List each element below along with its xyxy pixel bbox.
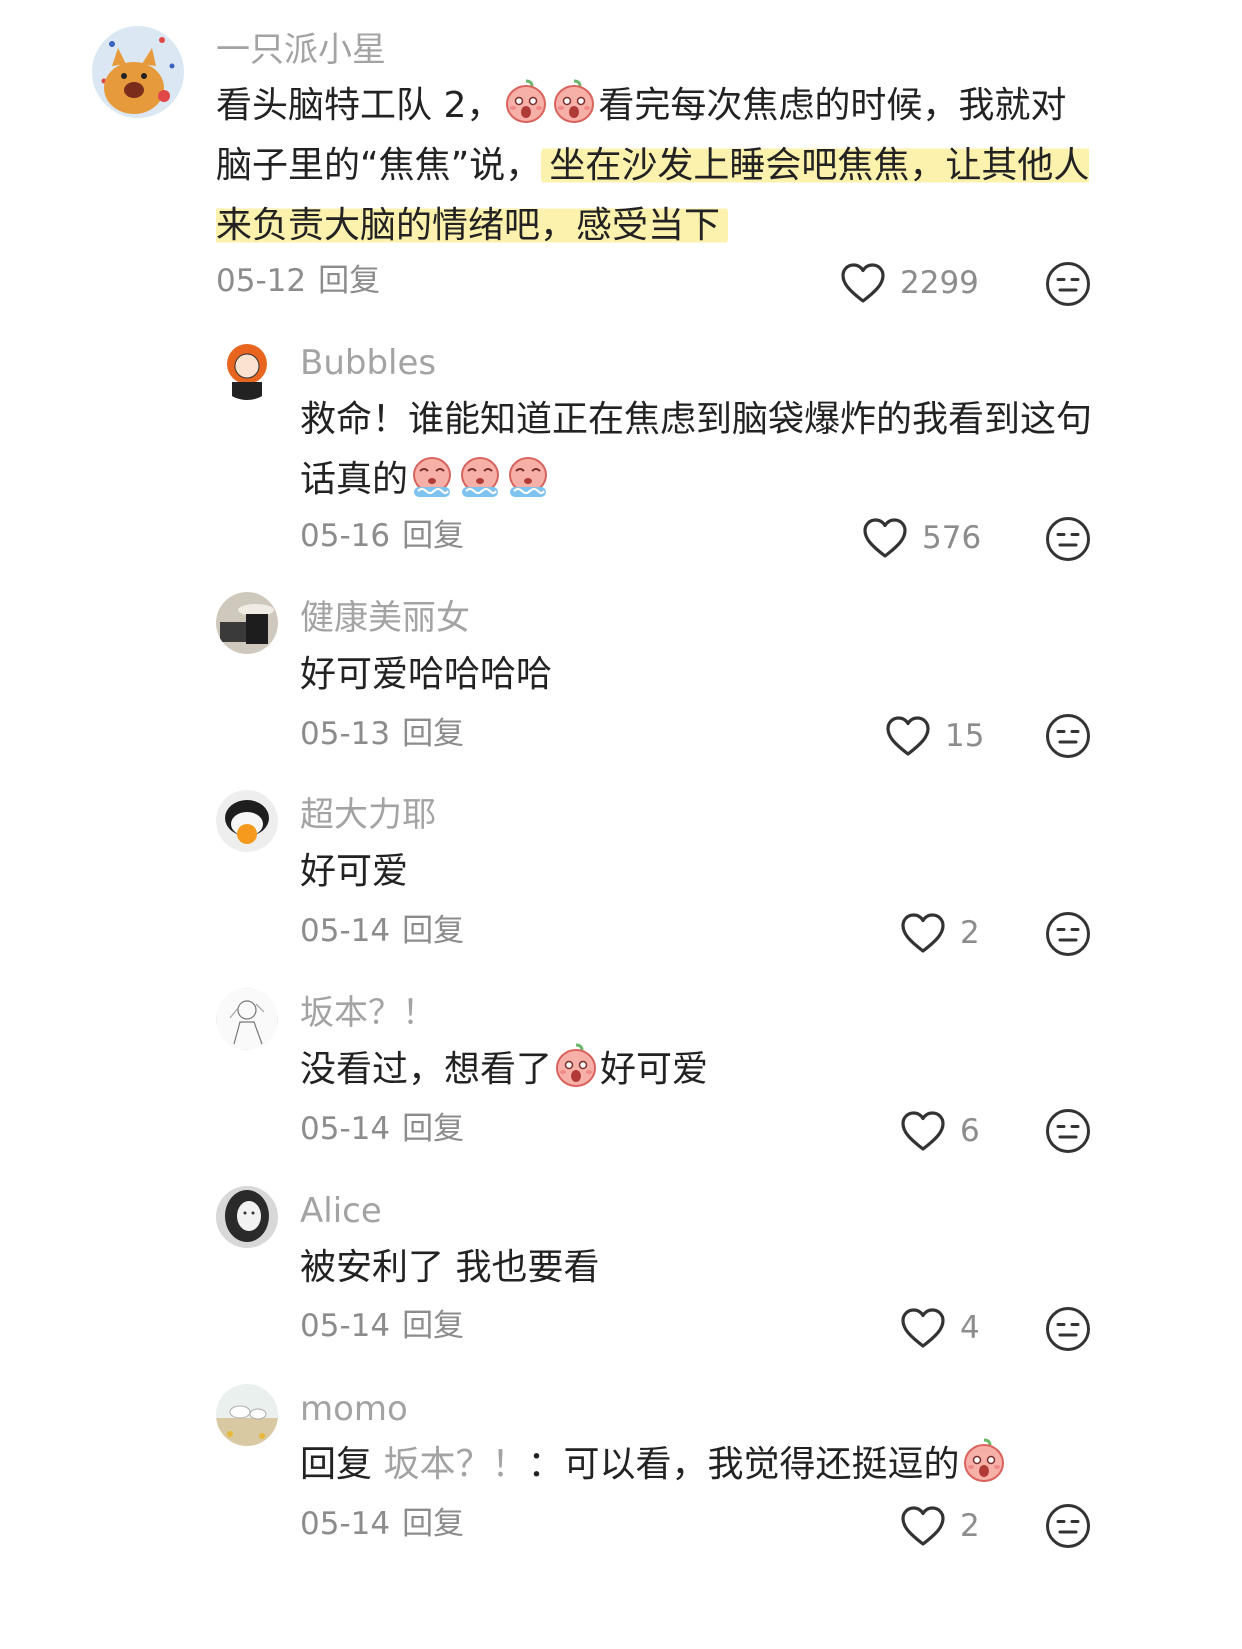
reply-button[interactable]: 回复: [402, 716, 464, 752]
comment-text-part: 好可爱: [600, 1049, 709, 1090]
like-count: 15: [945, 718, 985, 754]
crying-emoji: [456, 451, 504, 499]
comment-text: 被安利了 我也要看: [300, 1238, 1180, 1298]
comment-text: 看头脑特工队 2， 看完每次焦虑的时候，我就对脑子里的“焦焦”说， 坐在沙发上睡会吧…: [216, 76, 1096, 256]
comment-meta: 05-13 回复: [300, 715, 464, 753]
like-count: 2299: [900, 265, 979, 301]
comment-date: 05-14: [300, 1506, 391, 1542]
red-hair-girl-avatar-icon: [216, 338, 278, 400]
comment-meta: 05-12 回复: [216, 262, 380, 300]
like-button[interactable]: 2: [900, 912, 980, 954]
reply-button[interactable]: 回复: [402, 518, 464, 554]
like-count: 4: [960, 1310, 980, 1346]
neutral-face-icon[interactable]: [1045, 261, 1091, 307]
comment-date: 05-14: [300, 1111, 391, 1147]
heart-outline-icon: [885, 715, 931, 757]
username[interactable]: momo: [300, 1389, 408, 1429]
crying-emoji: [960, 1436, 1008, 1484]
neutral-face-icon[interactable]: [1045, 1306, 1091, 1352]
like-button[interactable]: 2299: [840, 262, 979, 304]
comment-text: 回复 坂本？！：可以看，我觉得还挺逗的: [300, 1435, 1200, 1495]
heart-outline-icon: [900, 912, 946, 954]
reply-button[interactable]: 回复: [402, 1111, 464, 1147]
reply-button[interactable]: 回复: [402, 1308, 464, 1344]
username[interactable]: 超大力耶: [300, 795, 436, 835]
crying-emoji: [408, 451, 456, 499]
neutral-face-icon[interactable]: [1045, 1108, 1091, 1154]
mention-link[interactable]: 坂本？！: [383, 1444, 527, 1485]
bw-portrait-avatar-icon: [216, 1186, 278, 1248]
like-count: 6: [960, 1113, 980, 1149]
neutral-face-icon[interactable]: [1045, 516, 1091, 562]
comment-meta: 05-14 回复: [300, 912, 464, 950]
heart-outline-icon: [862, 517, 908, 559]
hat-photo-avatar-icon: [216, 592, 278, 654]
comment-text: 救命！谁能知道正在焦虑到脑袋爆炸的我看到这句话真的: [300, 390, 1100, 510]
reply-button[interactable]: 回复: [318, 263, 380, 299]
comment-text: 没看过，想看了 好可爱: [300, 1040, 1180, 1100]
comment-text-part: ：可以看，我觉得还挺逗的: [527, 1444, 960, 1485]
comment-text-part: 没看过，想看了: [300, 1049, 553, 1090]
reply-button[interactable]: 回复: [402, 913, 464, 949]
like-button[interactable]: 15: [885, 715, 984, 757]
anxiety-emoji: [552, 1041, 600, 1089]
comment-meta: 05-14 回复: [300, 1307, 464, 1345]
like-button[interactable]: 576: [862, 517, 981, 559]
comment-date: 05-16: [300, 518, 391, 554]
like-count: 576: [922, 520, 982, 556]
avatar[interactable]: [92, 26, 184, 118]
comment-date: 05-13: [300, 716, 391, 752]
beach-avatar-icon: [216, 1384, 278, 1446]
like-count: 2: [960, 1508, 980, 1544]
reply-prefix: 回复: [300, 1444, 373, 1485]
neutral-face-icon[interactable]: [1045, 713, 1091, 759]
like-button[interactable]: 4: [900, 1307, 980, 1349]
comment-text-part: 好可爱: [300, 851, 409, 892]
neutral-face-icon[interactable]: [1045, 911, 1091, 957]
heart-outline-icon: [900, 1307, 946, 1349]
like-button[interactable]: 6: [900, 1110, 980, 1152]
avatar[interactable]: [216, 790, 278, 852]
avatar[interactable]: [216, 592, 278, 654]
comment-text-part: 看头脑特工队 2，: [216, 85, 503, 126]
heart-outline-icon: [900, 1505, 946, 1547]
avatar[interactable]: [216, 988, 278, 1050]
like-count: 2: [960, 915, 980, 951]
comment-text-part: 好可爱哈哈哈哈: [300, 654, 553, 695]
anxiety-emoji: [550, 77, 598, 125]
username[interactable]: 坂本？！: [300, 993, 436, 1033]
heart-outline-icon: [900, 1110, 946, 1152]
bird-avatar-icon: [216, 790, 278, 852]
comment-meta: 05-16 回复: [300, 517, 464, 555]
comment-date: 05-14: [300, 913, 391, 949]
anxiety-emoji: [502, 77, 550, 125]
avatar[interactable]: [216, 1186, 278, 1248]
comment-date: 05-12: [216, 263, 307, 299]
username[interactable]: 健康美丽女: [300, 598, 470, 638]
like-button[interactable]: 2: [900, 1505, 980, 1547]
comment-text: 好可爱哈哈哈哈: [300, 645, 1180, 705]
comment-text: 好可爱: [300, 842, 1180, 902]
comment-meta: 05-14 回复: [300, 1505, 464, 1543]
username[interactable]: Alice: [300, 1191, 382, 1231]
comment-date: 05-14: [300, 1308, 391, 1344]
orange-cat-avatar-icon: [92, 26, 184, 118]
avatar[interactable]: [216, 338, 278, 400]
comment-text-part: 被安利了 我也要看: [300, 1247, 600, 1288]
sketch-avatar-icon: [216, 988, 278, 1050]
heart-outline-icon: [840, 262, 886, 304]
comment-meta: 05-14 回复: [300, 1110, 464, 1148]
username[interactable]: Bubbles: [300, 343, 436, 383]
username[interactable]: 一只派小星: [216, 30, 386, 70]
avatar[interactable]: [216, 1384, 278, 1446]
crying-emoji: [504, 451, 552, 499]
neutral-face-icon[interactable]: [1045, 1503, 1091, 1549]
reply-button[interactable]: 回复: [402, 1506, 464, 1542]
